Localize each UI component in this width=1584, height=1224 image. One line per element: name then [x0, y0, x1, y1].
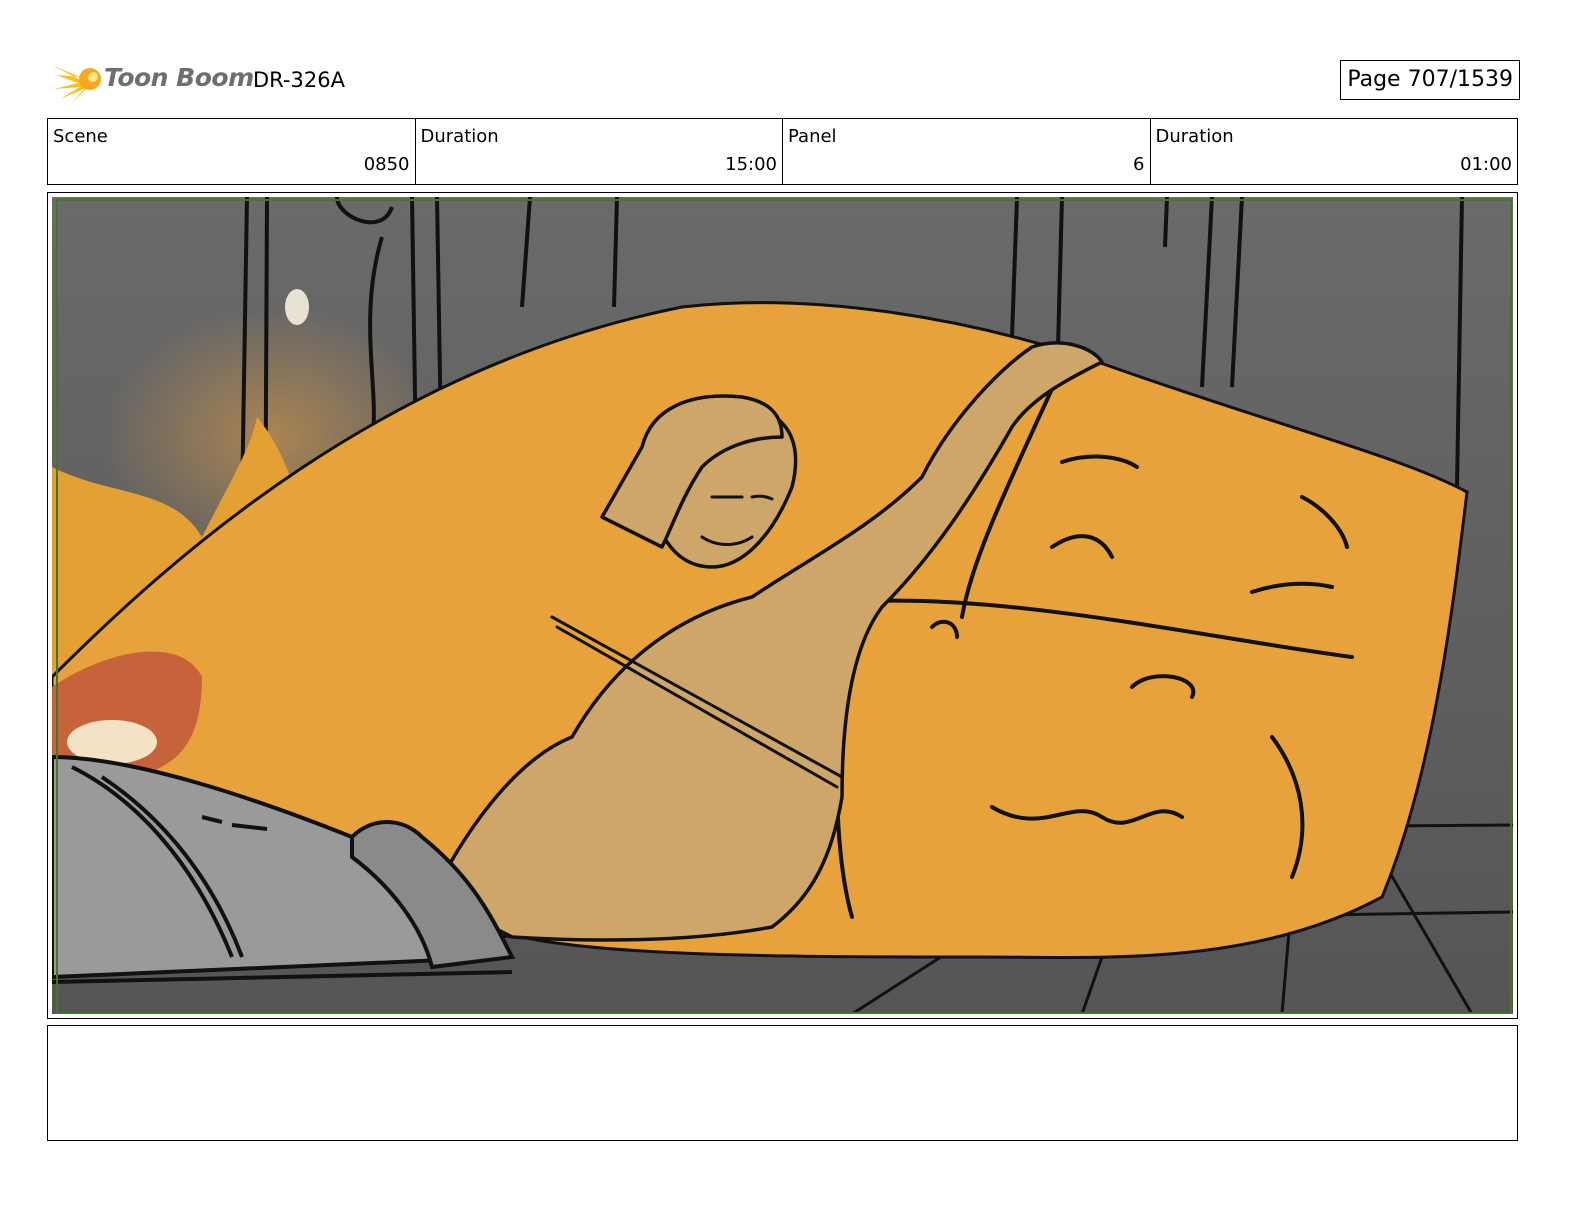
- page-label: Page: [1347, 67, 1401, 92]
- spark-1: [285, 289, 309, 325]
- project-code: DR-326A: [253, 68, 345, 92]
- page-number: 707/1539: [1407, 67, 1513, 92]
- panel-value: 6: [1133, 154, 1145, 175]
- panel-duration-value: 01:00: [1460, 154, 1512, 175]
- scene-value: 0850: [363, 154, 410, 175]
- scene-cell: Scene 0850: [48, 119, 416, 184]
- storyboard-panel: [47, 192, 1518, 1019]
- panel-drawing: [52, 197, 1513, 1014]
- panel-cell: Panel 6: [783, 119, 1151, 184]
- brand-name: Toon Boom: [104, 63, 254, 92]
- scene-duration-value: 15:00: [725, 154, 777, 175]
- panel-label: Panel: [788, 126, 837, 147]
- page-header: Toon Boom DR-326A Page 707/1539: [50, 55, 1520, 105]
- scene-duration-cell: Duration 15:00: [416, 119, 783, 184]
- toon-boom-logo-icon: [52, 65, 101, 103]
- page-indicator: Page 707/1539: [1340, 60, 1520, 100]
- panel-duration-cell: Duration 01:00: [1151, 119, 1518, 184]
- scene-label: Scene: [53, 126, 108, 147]
- panel-info-row: Scene 0850 Duration 15:00 Panel 6 Durati…: [47, 118, 1518, 185]
- panel-duration-label: Duration: [1155, 126, 1234, 147]
- scene-duration-label: Duration: [420, 126, 499, 147]
- notes-box: [47, 1025, 1518, 1141]
